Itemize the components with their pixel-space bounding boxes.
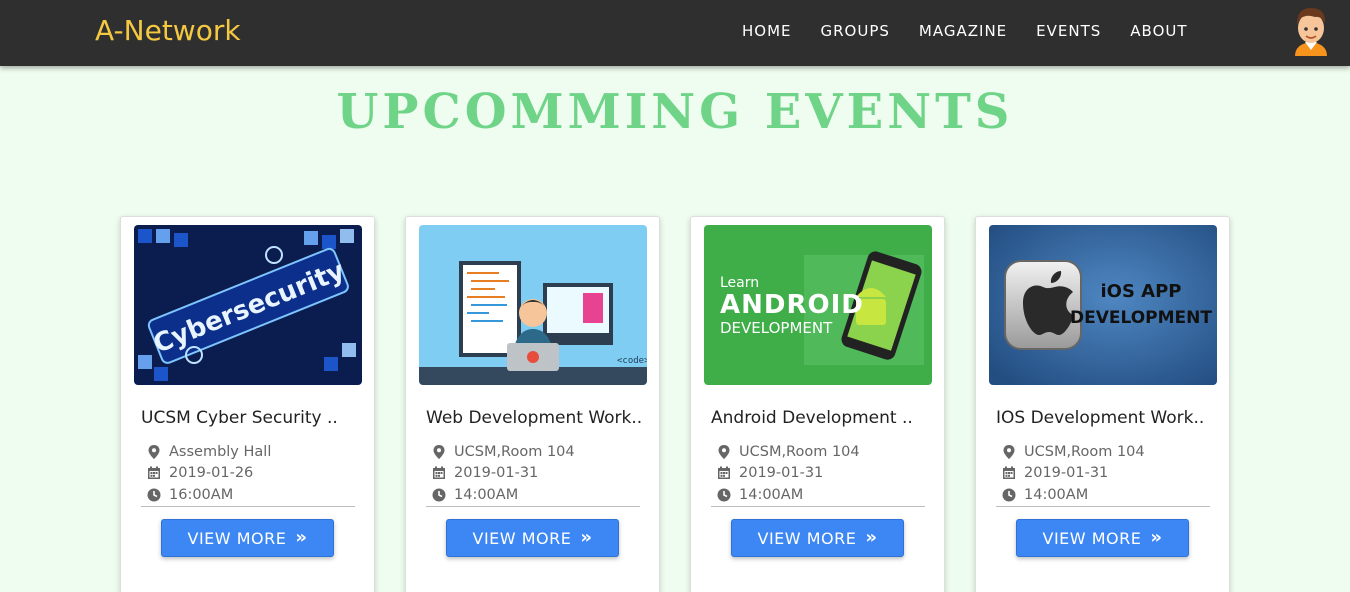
clock-icon	[1002, 488, 1016, 502]
nav-link-home[interactable]: HOME	[742, 22, 792, 40]
event-location-text: UCSM,Room 104	[739, 444, 860, 460]
event-title[interactable]: Web Development Work..	[426, 408, 642, 428]
double-chevron-right-icon: »	[580, 527, 593, 548]
navbar: A-Network HOME GROUPS MAGAZINE EVENTS AB…	[0, 0, 1350, 66]
event-time: 16:00AM	[147, 487, 233, 503]
event-time: 14:00AM	[1002, 487, 1088, 503]
nav-menu: HOME GROUPS MAGAZINE EVENTS ABOUT	[742, 22, 1217, 40]
event-card: <code> Web Development Work.. UCSM,Room …	[405, 216, 660, 592]
card-divider	[426, 506, 640, 507]
view-more-label: VIEW MORE	[1042, 528, 1142, 548]
event-date: 2019-01-31	[717, 465, 823, 481]
double-chevron-right-icon: »	[1150, 527, 1163, 548]
event-time: 14:00AM	[432, 487, 518, 503]
nav-link-events[interactable]: EVENTS	[1036, 22, 1101, 40]
calendar-icon	[1002, 466, 1016, 480]
event-date: 2019-01-31	[432, 465, 538, 481]
nav-link-about[interactable]: ABOUT	[1130, 22, 1187, 40]
brand-logo[interactable]: A-Network	[95, 14, 241, 47]
event-location-text: UCSM,Room 104	[1024, 444, 1145, 460]
double-chevron-right-icon: »	[295, 527, 308, 548]
clock-icon	[432, 488, 446, 502]
page-title: UPCOMMING EVENTS	[336, 84, 1014, 140]
view-more-button[interactable]: VIEW MORE »	[446, 519, 619, 557]
nav-link-groups[interactable]: GROUPS	[821, 22, 890, 40]
event-time: 14:00AM	[717, 487, 803, 503]
map-marker-icon	[717, 445, 731, 459]
user-avatar-icon[interactable]	[1289, 4, 1333, 56]
nav-link-magazine[interactable]: MAGAZINE	[919, 22, 1007, 40]
map-marker-icon	[432, 445, 446, 459]
event-time-text: 14:00AM	[454, 487, 519, 503]
event-title[interactable]: UCSM Cyber Security ..	[141, 408, 338, 428]
event-image-ios: iOS APP DEVELOPMENT	[989, 225, 1217, 385]
event-card: Learn ANDROID DEVELOPMENT Android Develo…	[690, 216, 945, 592]
svg-text:DEVELOPMENT: DEVELOPMENT	[720, 319, 833, 337]
view-more-label: VIEW MORE	[472, 528, 572, 548]
event-title[interactable]: Android Development ..	[711, 408, 913, 428]
view-more-button[interactable]: VIEW MORE »	[1016, 519, 1189, 557]
calendar-icon	[432, 466, 446, 480]
view-more-label: VIEW MORE	[187, 528, 287, 548]
event-location-text: Assembly Hall	[169, 444, 272, 460]
event-date: 2019-01-26	[147, 465, 253, 481]
event-image-webdev: <code>	[419, 225, 647, 385]
svg-text:iOS APP: iOS APP	[1100, 281, 1181, 302]
event-card: iOS APP DEVELOPMENT IOS Development Work…	[975, 216, 1230, 592]
svg-text:Learn: Learn	[720, 275, 759, 291]
event-time-text: 14:00AM	[739, 487, 804, 503]
calendar-icon	[717, 466, 731, 480]
event-date-text: 2019-01-31	[1024, 465, 1109, 481]
event-time-text: 16:00AM	[169, 487, 234, 503]
card-divider	[996, 506, 1210, 507]
view-more-button[interactable]: VIEW MORE »	[731, 519, 904, 557]
svg-text:DEVELOPMENT: DEVELOPMENT	[1070, 308, 1212, 328]
event-location: UCSM,Room 104	[1002, 444, 1145, 460]
clock-icon	[147, 488, 161, 502]
event-image-cybersecurity: Cybersecurity	[134, 225, 362, 385]
event-date-text: 2019-01-31	[739, 465, 824, 481]
event-location: UCSM,Room 104	[432, 444, 575, 460]
event-date: 2019-01-31	[1002, 465, 1108, 481]
event-image-android: Learn ANDROID DEVELOPMENT	[704, 225, 932, 385]
card-divider	[141, 506, 355, 507]
clock-icon	[717, 488, 731, 502]
webdev-image-text: <code>	[617, 356, 647, 366]
event-location: Assembly Hall	[147, 444, 271, 460]
event-date-text: 2019-01-26	[169, 465, 254, 481]
event-location-text: UCSM,Room 104	[454, 444, 575, 460]
calendar-icon	[147, 466, 161, 480]
event-time-text: 14:00AM	[1024, 487, 1089, 503]
card-divider	[711, 506, 925, 507]
event-card: Cybersecurity UCSM Cyber Security .. Ass…	[120, 216, 375, 592]
event-date-text: 2019-01-31	[454, 465, 539, 481]
event-location: UCSM,Room 104	[717, 444, 860, 460]
map-marker-icon	[147, 445, 161, 459]
event-title[interactable]: IOS Development Work..	[996, 408, 1204, 428]
view-more-button[interactable]: VIEW MORE »	[161, 519, 334, 557]
view-more-label: VIEW MORE	[757, 528, 857, 548]
svg-text:ANDROID: ANDROID	[720, 290, 864, 320]
map-marker-icon	[1002, 445, 1016, 459]
double-chevron-right-icon: »	[865, 527, 878, 548]
